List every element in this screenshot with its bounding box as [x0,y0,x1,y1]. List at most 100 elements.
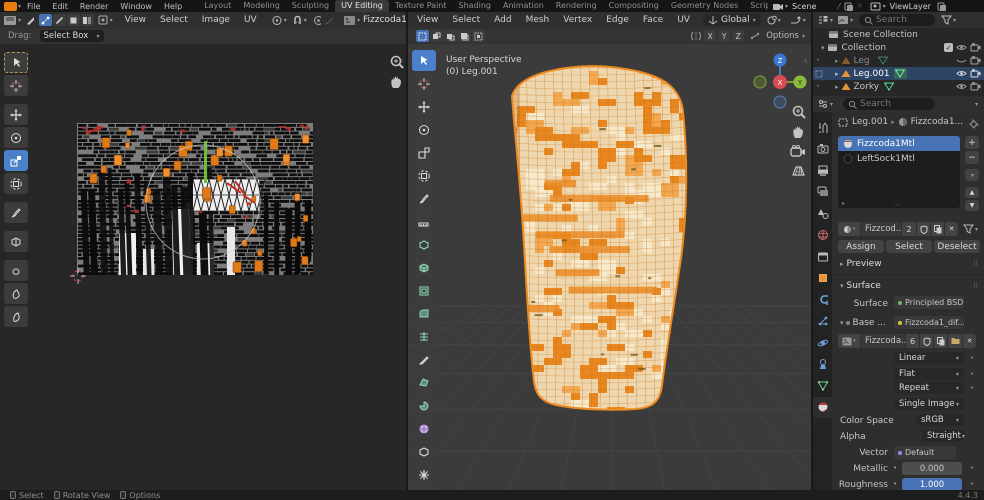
vp-menu-face[interactable]: Face [636,15,670,25]
vp-tool-inset[interactable] [412,280,436,301]
tab-compositing[interactable]: Compositing [603,0,665,12]
tab-texture-paint[interactable]: Texture Paint [389,0,453,12]
leg001-render-icon[interactable] [970,69,981,78]
ptab-modifiers[interactable] [813,289,832,311]
uv-select-island-button[interactable] [81,14,94,26]
uv-image-selector[interactable]: ▾ [343,15,360,26]
viewlayer-icon[interactable] [870,2,882,11]
expand-icon[interactable]: ▸ [835,83,839,91]
tab-animation[interactable]: Animation [497,0,550,12]
uv-tool-move[interactable] [4,104,28,125]
outliner-row-leg001[interactable]: ▸ Leg.001 [813,67,984,80]
open-image-button[interactable] [948,334,962,348]
remove-slot-button[interactable]: − [965,151,979,164]
select-mode-extend[interactable] [430,30,443,42]
vp-tool-shrink[interactable] [412,464,436,485]
vp-menu-mesh[interactable]: Mesh [519,15,557,25]
new-image-button[interactable] [934,334,947,348]
slot-move-down-button[interactable]: ▼ [965,200,979,211]
zorky-hide-icon[interactable] [956,82,967,91]
interpolation-dropdown[interactable]: Linear▾ [894,352,964,364]
vp-tool-knife[interactable] [412,349,436,370]
image-browse-dropdown[interactable]: ▾ [838,334,860,348]
ptab-collection[interactable] [813,246,832,268]
assign-button[interactable]: Assign [838,240,884,253]
uv-tool-scale[interactable] [4,150,28,171]
vp-zoom-icon[interactable] [791,104,807,120]
tab-shading[interactable]: Shading [453,0,498,12]
leg001-hide-icon[interactable] [956,69,967,78]
select-mode-invert[interactable] [458,30,471,42]
collection-checkbox[interactable]: ✓ [944,43,953,52]
snap-falloff-icon[interactable] [749,31,761,41]
vp-tool-bevel[interactable] [412,303,436,324]
uv-menu-view[interactable]: View [118,15,153,25]
tab-sculpting[interactable]: Sculpting [286,0,335,12]
unlink-material-button[interactable]: ✕ [945,222,958,236]
unpin-icon[interactable]: ⁄ [838,2,839,11]
uv-tool-relax[interactable] [4,283,28,304]
select-mode-subtract[interactable] [444,30,457,42]
unlink-image-button[interactable]: ✕ [963,334,976,348]
options-dropdown[interactable]: Options▾ [766,31,805,41]
properties-type-dropdown[interactable]: ▾ [817,99,833,109]
material-slot-2[interactable]: LeftSock1Mtl [838,151,960,166]
outliner-row-leg[interactable]: • ▸ Leg [813,54,984,67]
ptab-constraints[interactable] [813,354,832,376]
uv-menu-uv[interactable]: UV [237,15,264,25]
new-material-button[interactable] [931,222,944,236]
vector-value-button[interactable]: Default [894,446,956,459]
ptab-object[interactable] [813,268,832,290]
leg-hide-icon[interactable] [956,56,967,65]
tab-geometry-nodes[interactable]: Geometry Nodes [665,0,744,12]
material-users-count[interactable]: 2 [902,222,916,236]
new-viewlayer-icon[interactable] [937,2,947,11]
vp-tool-cursor[interactable] [412,73,436,94]
vp-sidebar-toggle[interactable]: ‹ [804,56,807,65]
extension-dropdown[interactable]: Repeat▾ [894,382,964,394]
scene-name[interactable]: Scene [792,2,816,11]
uv-sidebar-toggle[interactable]: ‹ [400,56,403,65]
vp-menu-vertex[interactable]: Vertex [556,15,599,25]
vp-tool-spin[interactable] [412,395,436,416]
viewlayer-name[interactable]: ViewLayer [890,2,931,11]
vp-orientation-dropdown[interactable]: Global▾ [703,14,761,26]
vp-pan-icon[interactable] [791,124,806,139]
ptab-world[interactable] [813,225,832,247]
base-color-row[interactable]: ▾ Base ... [840,318,886,328]
vp-tool-smooth[interactable] [412,418,436,439]
outliner-row-zorky[interactable]: • ▸ Zorky [813,80,984,93]
material-slot-1[interactable]: Fizzcoda1Mtl [838,136,960,151]
leg-mesh-object[interactable] [408,44,811,490]
select-mode-set[interactable] [416,30,429,42]
expand-icon[interactable]: ▸ [835,70,839,78]
alpha-dropdown[interactable]: Straight▾ [922,430,964,442]
material-name-field[interactable]: Fizzcod... [861,222,901,236]
slot-specials-button[interactable]: ▾ [965,169,979,181]
uv-menu-image[interactable]: Image [195,15,237,25]
vp-menu-select[interactable]: Select [445,15,487,25]
ptab-render[interactable] [813,139,832,161]
image-fake-user-button[interactable] [920,334,933,348]
uv-image-name[interactable]: Fizzcoda1_dif [363,15,406,25]
material-browse-dropdown[interactable]: ▾ [838,222,860,236]
uv-tool-annotate[interactable] [4,202,28,223]
uv-tool-rip[interactable] [4,231,28,252]
navigation-gizmo[interactable]: Z Y X [748,48,811,110]
leg-render-icon[interactable] [970,56,981,65]
uv-menu-select[interactable]: Select [153,15,195,25]
vp-menu-edge[interactable]: Edge [599,15,636,25]
slot-filter-dropdown[interactable]: ▾ [963,224,978,234]
slot-move-up-button[interactable]: ▲ [965,187,979,198]
outliner-type-dropdown[interactable]: ▾ [817,15,833,25]
source-dropdown[interactable]: Single Image▾ [894,398,964,410]
vp-ortho-toggle-icon[interactable] [791,163,806,177]
outliner-row-collection[interactable]: ▾ Collection ✓ [813,41,984,54]
uv-tool-pinch[interactable] [4,306,28,327]
uv-select-face-button[interactable] [67,14,80,26]
add-slot-button[interactable]: + [965,136,979,149]
ptab-physics[interactable] [813,332,832,354]
mirror-z-button[interactable]: Z [732,30,744,42]
outliner-display-dropdown[interactable]: ▾ [837,15,853,25]
uv-mode-icon[interactable] [25,15,34,26]
